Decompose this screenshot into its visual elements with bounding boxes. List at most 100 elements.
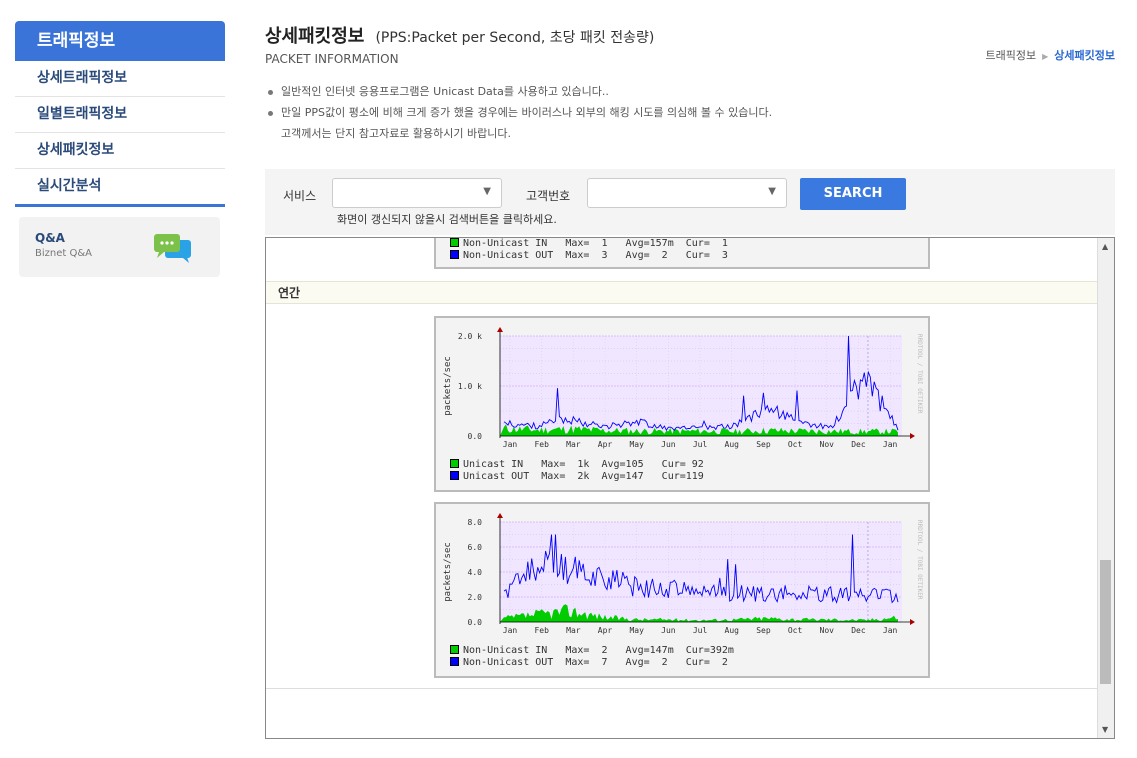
bullet-icon [268,89,273,95]
y-tick-label: 1.0 k [458,382,482,391]
x-tick-label: Apr [598,626,613,635]
note-item: 일반적인 인터넷 응용프로그램은 Unicast Data를 사용하고 있습니다… [268,81,772,102]
x-axis-arrow-icon [910,619,915,625]
y-axis-label: packets/sec [443,356,453,416]
graph-non-unicast: Jan Feb Mar Apr May Jun Jul Aug Sep Oct Nov Dec Jan 8… [434,502,930,678]
qa-subtitle: Biznet Q&A [35,248,92,259]
non-unicast-chart: Jan Feb Mar Apr May Jun Jul Aug Sep Oct Nov Dec Jan 8… [443,513,923,635]
x-tick-label: Dec [851,440,866,449]
section-divider [266,688,1098,689]
legend-entry: Non-Unicast IN Max= 1 Avg=157m Cur= 1 [450,238,728,250]
chevron-down-icon: ▼ [768,186,776,197]
note-item: 만일 PPS값이 평소에 비해 크게 증가 했을 경우에는 바이러스나 외부의 … [268,102,772,123]
x-tick-label: Nov [820,440,835,449]
page-title: 상세패킷정보 [265,26,365,47]
y-tick-label: 2.0 [468,593,483,602]
x-tick-label: Jun [661,440,676,449]
x-tick-label: Jan [883,440,898,449]
qa-banner[interactable]: Q&A Biznet Q&A [19,217,220,277]
section-yearly: 연간 [266,281,1098,304]
search-button[interactable]: SEARCH [800,178,906,210]
legend-entry: Non-Unicast OUT Max= 3 Avg= 2 Cur= 3 [450,250,728,262]
legend-swatch [450,238,459,247]
rrdtool-watermark: RRDTOOL / TOBI OETIKER [916,520,923,600]
sidebar-item-detail-packet[interactable]: 상세패킷정보 [15,133,225,169]
legend-entry: Non-Unicast OUT Max= 7 Avg= 2 Cur= 2 [450,657,734,669]
legend-text: Non-Unicast IN Max= 1 Avg=157m Cur= 1 [463,238,728,249]
legend-text: Unicast IN Max= 1k Avg=105 Cur= 92 [463,459,704,470]
legend-swatch [450,250,459,259]
legend-entry: Unicast IN Max= 1k Avg=105 Cur= 92 [450,459,704,471]
legend-swatch [450,459,459,468]
chevron-down-icon: ▼ [483,186,491,197]
x-tick-label: Apr [598,440,613,449]
x-tick-label: Jan [503,440,518,449]
refresh-hint: 화면이 갱신되지 않을시 검색버튼을 클릭하세요. [337,213,557,226]
scroll-up-icon[interactable]: ▲ [1102,242,1108,251]
x-tick-label: Jan [503,626,518,635]
legend-entry: Unicast OUT Max= 2k Avg=147 Cur=119 [450,471,704,483]
x-tick-label: May [629,626,644,635]
breadcrumb-current[interactable]: 상세패킷정보 [1054,49,1115,62]
search-bar: 서비스 ▼ 고객번호 ▼ SEARCH 화면이 갱신되지 않을시 검색버튼을 클… [265,169,1115,235]
y-tick-label: 6.0 [468,543,483,552]
graph-frame[interactable]: Non-Unicast IN Max= 1 Avg=157m Cur= 1 Non… [265,237,1115,739]
sidebar-item-daily-traffic[interactable]: 일별트래픽정보 [15,97,225,133]
rrdtool-watermark: RRDTOOL / TOBI OETIKER [916,334,923,414]
graph-legend: Unicast IN Max= 1k Avg=105 Cur= 92 Unicas… [450,459,704,483]
y-axis-arrow-icon [497,513,503,518]
notes: 일반적인 인터넷 응용프로그램은 Unicast Data를 사용하고 있습니다… [268,81,772,144]
y-tick-label: 4.0 [468,568,483,577]
legend-swatch [450,657,459,666]
legend-text: Non-Unicast OUT Max= 3 Avg= 2 Cur= 3 [463,250,728,261]
legend-swatch [450,471,459,480]
x-tick-label: Aug [725,440,740,449]
breadcrumb-separator-icon: ▶ [1042,52,1049,61]
legend-text: Non-Unicast OUT Max= 7 Avg= 2 Cur= 2 [463,657,728,668]
legend-text: Unicast OUT Max= 2k Avg=147 Cur=119 [463,471,704,482]
y-axis-arrow-icon [497,327,503,332]
graph-legend: Non-Unicast IN Max= 1 Avg=157m Cur= 1 Non… [450,238,728,262]
customer-number-select[interactable]: ▼ [587,178,787,208]
x-tick-label: Jan [883,626,898,635]
x-tick-label: Oct [788,626,803,635]
graph-legend: Non-Unicast IN Max= 2 Avg=147m Cur=392m N… [450,645,734,669]
note-text: 만일 PPS값이 평소에 비해 크게 증가 했을 경우에는 바이러스나 외부의 … [281,106,773,119]
page-subtitle: (PPS:Packet per Second, 초당 패킷 전송량) [375,30,655,46]
x-tick-label: Jul [693,626,708,635]
frame-scrollbar[interactable]: ▲ ▼ [1097,238,1114,738]
sidebar-title: 트래픽정보 [15,21,225,61]
x-tick-label: May [629,440,644,449]
note-text: 일반적인 인터넷 응용프로그램은 Unicast Data를 사용하고 있습니다… [281,85,609,98]
x-tick-label: Mar [566,626,581,635]
x-tick-label: Oct [788,440,803,449]
x-tick-label: Mar [566,440,581,449]
y-tick-label: 0.0 [468,618,483,627]
y-tick-label: 2.0 k [458,332,482,341]
legend-text: Non-Unicast IN Max= 2 Avg=147m Cur=392m [463,645,734,656]
service-select[interactable]: ▼ [332,178,502,208]
customer-number-label: 고객번호 [526,189,571,203]
x-tick-label: Sep [756,440,771,449]
scrollbar-thumb[interactable] [1100,560,1111,684]
unicast-chart: Jan Feb Mar Apr May Jun Jul Aug Sep Oct Nov Dec Jan 2… [443,327,923,449]
breadcrumb-traffic[interactable]: 트래픽정보 [986,49,1037,62]
x-tick-label: Sep [756,626,771,635]
y-tick-label: 0.0 [468,432,483,441]
x-tick-label: Feb [534,626,549,635]
note-text: 고객께서는 단지 참고자료로 활용하시기 바랍니다. [281,127,512,140]
graph-partial: Non-Unicast IN Max= 1 Avg=157m Cur= 1 Non… [434,238,930,269]
y-tick-label: 8.0 [468,518,483,527]
breadcrumb: 트래픽정보 ▶ 상세패킷정보 [986,47,1116,63]
y-axis-label: packets/sec [443,542,453,602]
sidebar-item-realtime[interactable]: 실시간분석 [15,169,225,207]
qa-title: Q&A [35,231,65,245]
page-title-row: 상세패킷정보 (PPS:Packet per Second, 초당 패킷 전송량… [265,22,654,48]
page-english-title: PACKET INFORMATION [265,52,399,66]
bullet-icon [268,110,273,116]
scroll-down-icon[interactable]: ▼ [1102,725,1108,734]
sidebar: 트래픽정보 상세트래픽정보 일별트래픽정보 상세패킷정보 실시간분석 Q&A B… [15,21,225,277]
x-tick-label: Jul [693,440,708,449]
sidebar-item-detail-traffic[interactable]: 상세트래픽정보 [15,61,225,97]
x-tick-label: Aug [725,626,740,635]
